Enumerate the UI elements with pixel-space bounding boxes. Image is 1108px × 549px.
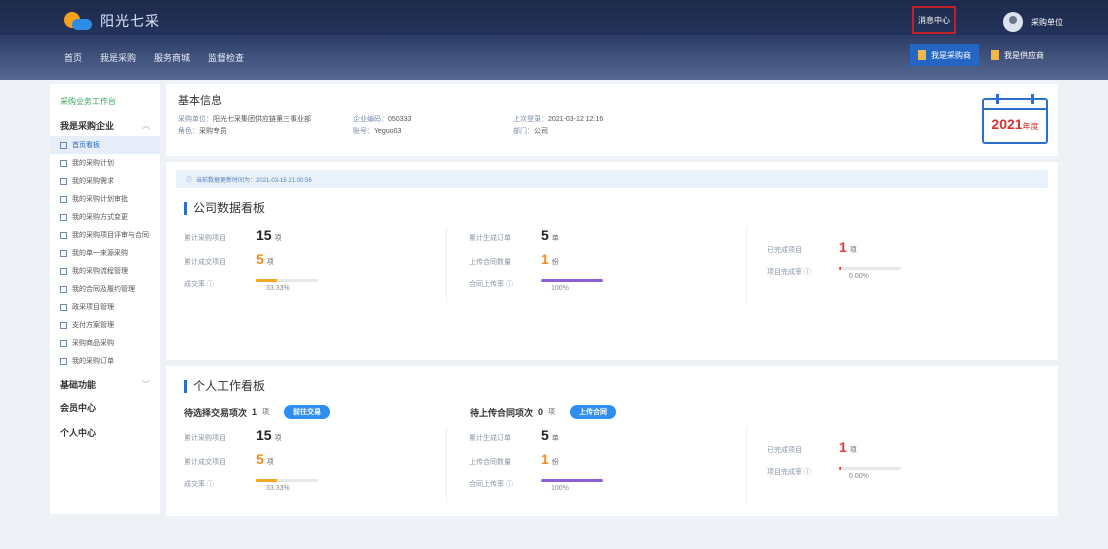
company-dashboard-card: ⓘ 当前数据更新时间为：2021-03-15 21:00:56 公司数据看板 累计… bbox=[166, 162, 1058, 360]
list-icon bbox=[60, 231, 67, 239]
avatar bbox=[1003, 12, 1023, 32]
user-name: 采购单位 bbox=[1031, 17, 1063, 27]
last-login-value: 2021-03-12 12:16 bbox=[548, 116, 604, 123]
personal-total-projects: 15 bbox=[256, 427, 272, 443]
todo-trade-count: 1 bbox=[252, 407, 258, 417]
todo-contract-count: 0 bbox=[538, 407, 544, 417]
year-value: 2021 bbox=[991, 116, 1023, 132]
role-buyer-button[interactable]: 我是采购商 bbox=[910, 44, 979, 66]
basic-info-card: 基本信息 采购单位：阳光七采集团供应链第三事业部 企业编码：050333 上次登… bbox=[166, 84, 1058, 156]
logo-text: 阳光七采 bbox=[100, 13, 160, 29]
sidebar-item-member-center[interactable]: 会员中心 bbox=[50, 395, 160, 420]
sidebar-item-plan-approval[interactable]: 我的采购计划审批 bbox=[50, 190, 160, 208]
personal-dashboard-card: 个人工作看板 待选择交易项次 1 项 前往交易 待上传合同项次 0 项 上传合同… bbox=[166, 366, 1058, 516]
sidebar-group-label: 基础功能 bbox=[60, 380, 97, 390]
chevron-down-icon: ﹀ bbox=[142, 380, 150, 389]
basic-info-title: 基本信息 bbox=[178, 95, 222, 107]
list-icon bbox=[60, 249, 67, 257]
sidebar-item-personal-center[interactable]: 个人中心 bbox=[50, 420, 160, 445]
sidebar-item-dashboard[interactable]: 首页看板 bbox=[50, 136, 160, 154]
list-icon bbox=[60, 213, 67, 221]
personal-complete-rate-pct: 0.00% bbox=[849, 473, 869, 480]
upload-contract-button[interactable]: 上传合同 bbox=[570, 405, 617, 419]
company-dashboard-title: 公司数据看板 bbox=[184, 202, 1048, 215]
personal-deal-rate-bar bbox=[256, 479, 277, 482]
sidebar-item-plan[interactable]: 我的采购计划 bbox=[50, 154, 160, 172]
personal-deal-rate-pct: 33.33% bbox=[266, 485, 290, 492]
dashboard-icon bbox=[60, 141, 67, 149]
personal-done-projects: 5 bbox=[256, 451, 264, 467]
nav-home[interactable]: 首页 bbox=[64, 51, 82, 64]
account-value: Yeguo03 bbox=[374, 128, 402, 135]
list-icon bbox=[60, 177, 67, 185]
list-icon bbox=[60, 267, 67, 275]
company-contracts: 1 bbox=[541, 251, 549, 267]
dept-value: 公司 bbox=[534, 128, 548, 135]
logo-icon bbox=[62, 10, 92, 32]
company-finished: 1 bbox=[839, 239, 847, 255]
personal-contract-rate-pct: 100% bbox=[551, 485, 569, 492]
list-icon bbox=[60, 159, 67, 167]
main-content: 基本信息 采购单位：阳光七采集团供应链第三事业部 企业编码：050333 上次登… bbox=[166, 84, 1058, 516]
company-deal-rate-pct: 33.33% bbox=[266, 285, 290, 292]
list-icon bbox=[60, 357, 67, 365]
sidebar-title: 采购业务工作台 bbox=[60, 97, 116, 106]
list-icon bbox=[60, 303, 67, 311]
company-complete-rate-pct: 0.00% bbox=[849, 273, 869, 280]
company-deal-rate-bar bbox=[256, 279, 277, 282]
go-trade-button[interactable]: 前往交易 bbox=[284, 405, 331, 419]
personal-contract-rate-bar bbox=[541, 479, 603, 482]
list-icon bbox=[60, 285, 67, 293]
company-total-projects: 15 bbox=[256, 227, 272, 243]
sidebar-group-label: 我是采购企业 bbox=[60, 121, 115, 131]
role-seller-label: 我是供应商 bbox=[1004, 50, 1044, 60]
sidebar-item-goods[interactable]: 采购商品采购 bbox=[50, 334, 160, 352]
sidebar-item-method-change[interactable]: 我的采购方式变更 bbox=[50, 208, 160, 226]
top-nav: 首页 我是采购 服务商城 监督检查 bbox=[64, 51, 244, 64]
logo[interactable]: 阳光七采 bbox=[62, 10, 160, 32]
role-value: 采购专员 bbox=[199, 128, 227, 135]
personal-orders: 5 bbox=[541, 427, 549, 443]
company-value: 阳光七采集团供应链第三事业部 bbox=[213, 116, 311, 123]
list-icon bbox=[60, 339, 67, 347]
sidebar-group-basic[interactable]: 基础功能 ﹀ bbox=[50, 370, 160, 395]
sidebar-item-flow[interactable]: 我的采购流程管理 bbox=[50, 262, 160, 280]
company-orders: 5 bbox=[541, 227, 549, 243]
sidebar-item-demand[interactable]: 我的采购需求 bbox=[50, 172, 160, 190]
top-header: 阳光七采 首页 我是采购 服务商城 监督检查 消息中心 采购单位 我是采购商 我… bbox=[0, 0, 1108, 80]
list-icon bbox=[60, 195, 67, 203]
personal-contracts: 1 bbox=[541, 451, 549, 467]
nav-mall[interactable]: 服务商城 bbox=[154, 51, 190, 64]
sidebar-item-single-source[interactable]: 我的单一来源采购 bbox=[50, 244, 160, 262]
message-center-button[interactable]: 消息中心 bbox=[912, 6, 956, 34]
company-contract-rate-pct: 100% bbox=[551, 285, 569, 292]
nav-procurement[interactable]: 我是采购 bbox=[100, 51, 136, 64]
update-time-note: ⓘ 当前数据更新时间为：2021-03-15 21:00:56 bbox=[176, 170, 1048, 188]
company-code-value: 050333 bbox=[388, 116, 412, 123]
sidebar-item-payment[interactable]: 支付方案管理 bbox=[50, 316, 160, 334]
role-seller-button[interactable]: 我是供应商 bbox=[983, 44, 1052, 66]
role-buyer-label: 我是采购商 bbox=[931, 50, 971, 60]
company-done-projects: 5 bbox=[256, 251, 264, 267]
calendar-icon: 2021年度 bbox=[982, 94, 1048, 144]
company-contract-rate-bar bbox=[541, 279, 603, 282]
sidebar-item-review-contract[interactable]: 我的采购项目评审与合同 bbox=[50, 226, 160, 244]
personal-complete-rate-bar bbox=[839, 467, 841, 470]
sidebar: 采购业务工作台 我是采购企业 ︿ 首页看板 我的采购计划 我的采购需求 我的采购… bbox=[50, 84, 160, 514]
sidebar-item-projects[interactable]: 政采项目管理 bbox=[50, 298, 160, 316]
personal-dashboard-title: 个人工作看板 bbox=[184, 380, 1048, 393]
company-complete-rate-bar bbox=[839, 267, 841, 270]
personal-finished: 1 bbox=[839, 439, 847, 455]
chevron-up-icon: ︿ bbox=[142, 121, 150, 130]
nav-supervision[interactable]: 监督检查 bbox=[208, 51, 244, 64]
seller-icon bbox=[991, 50, 999, 60]
info-icon: ⓘ bbox=[186, 177, 193, 184]
sidebar-item-orders[interactable]: 我的采购订单 bbox=[50, 352, 160, 370]
sidebar-group-procurement[interactable]: 我是采购企业 ︿ bbox=[50, 111, 160, 136]
user-menu[interactable]: 采购单位 bbox=[1003, 12, 1063, 32]
sidebar-item-performance[interactable]: 我的合同及履约管理 bbox=[50, 280, 160, 298]
buyer-icon bbox=[918, 50, 926, 60]
list-icon bbox=[60, 321, 67, 329]
